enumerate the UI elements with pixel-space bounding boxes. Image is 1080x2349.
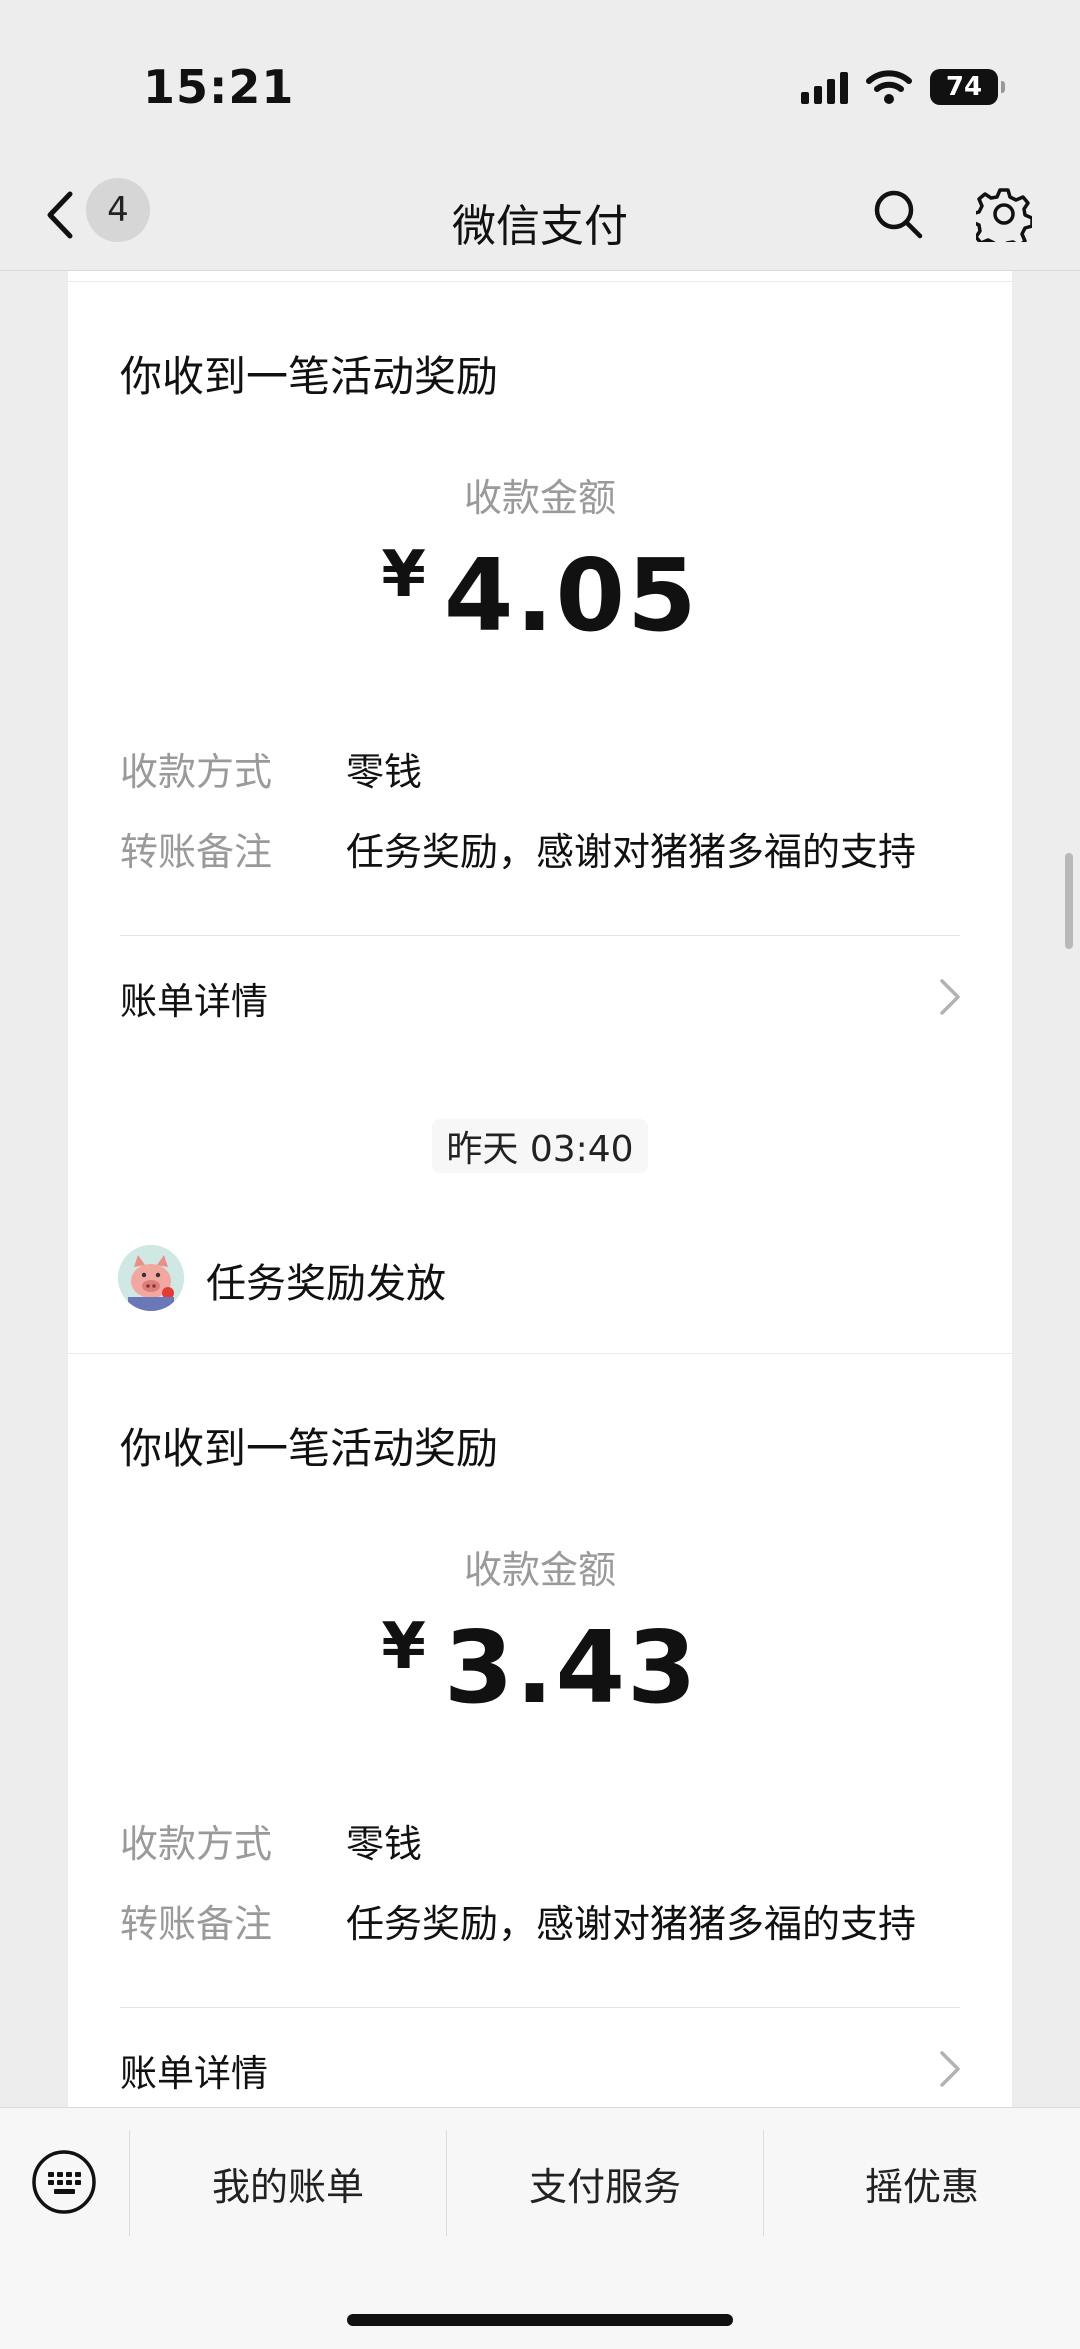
menu-shake-offers[interactable]: 摇优惠 (764, 2128, 1080, 2238)
amount-number: 3.43 (443, 1609, 699, 1726)
chevron-right-icon[interactable] (938, 2049, 962, 2089)
battery-icon: 74 (930, 69, 1005, 105)
transfer-note-value: 任务奖励，感谢对猪猪多福的支持 (346, 1902, 917, 1946)
keyboard-icon[interactable] (30, 2148, 98, 2216)
transfer-note-value: 任务奖励，感谢对猪猪多福的支持 (346, 830, 917, 874)
wifi-icon (866, 70, 912, 104)
amount-number: 4.05 (443, 537, 699, 654)
divider (120, 2007, 960, 2008)
status-icons: 74 (801, 62, 1005, 112)
card-heading: 你收到一笔活动奖励 (120, 1424, 499, 1473)
transfer-note-label: 转账备注 (120, 830, 273, 874)
signal-icon (801, 70, 848, 104)
divider (120, 935, 960, 936)
bill-detail-link[interactable]: 账单详情 (120, 2043, 268, 2097)
payment-method-value: 零钱 (346, 750, 423, 794)
amount-label: 收款金额 (463, 476, 616, 520)
home-indicator[interactable] (347, 2314, 733, 2326)
chevron-right-icon[interactable] (938, 977, 962, 1017)
message-list[interactable]: 你收到一笔活动奖励 收款金额 ¥4.05 收款方式 零钱 转账备注 任务奖励，感… (0, 271, 1080, 2107)
amount-label: 收款金额 (463, 1548, 616, 1592)
card-heading: 你收到一笔活动奖励 (120, 352, 499, 401)
amount-value: ¥4.05 (68, 537, 1012, 654)
transfer-note-label: 转账备注 (120, 1902, 273, 1946)
gear-icon[interactable] (976, 186, 1032, 242)
currency-symbol: ¥ (381, 538, 428, 612)
pig-avatar-icon (118, 1245, 184, 1311)
scrollbar[interactable] (1065, 853, 1073, 949)
status-bar: 15:21 74 (0, 0, 1080, 160)
payment-method-value: 零钱 (346, 1822, 423, 1866)
status-time: 15:21 (143, 60, 295, 114)
bottom-menu-bar: 我的账单 支付服务 摇优惠 (0, 2107, 1080, 2349)
payment-method-label: 收款方式 (120, 1822, 273, 1866)
bill-detail-link[interactable]: 账单详情 (120, 971, 268, 1025)
currency-symbol: ¥ (381, 1610, 428, 1684)
menu-my-bills[interactable]: 我的账单 (130, 2128, 446, 2238)
divider (68, 281, 1012, 282)
sender-name[interactable]: 任务奖励发放 (206, 1251, 446, 1309)
payment-method-label: 收款方式 (120, 750, 273, 794)
menu-payment-services[interactable]: 支付服务 (447, 2128, 763, 2238)
payment-card[interactable]: 任务奖励发放 你收到一笔活动奖励 收款金额 ¥3.43 收款方式 零钱 转账备注… (68, 1203, 1012, 2107)
nav-bar: 4 微信支付 (0, 160, 1080, 271)
message-timestamp: 昨天 03:40 (432, 1119, 648, 1173)
sender-row[interactable]: 任务奖励发放 (68, 1203, 1012, 1354)
avatar[interactable] (118, 1245, 184, 1311)
search-icon[interactable] (872, 188, 924, 240)
amount-value: ¥3.43 (68, 1609, 1012, 1726)
